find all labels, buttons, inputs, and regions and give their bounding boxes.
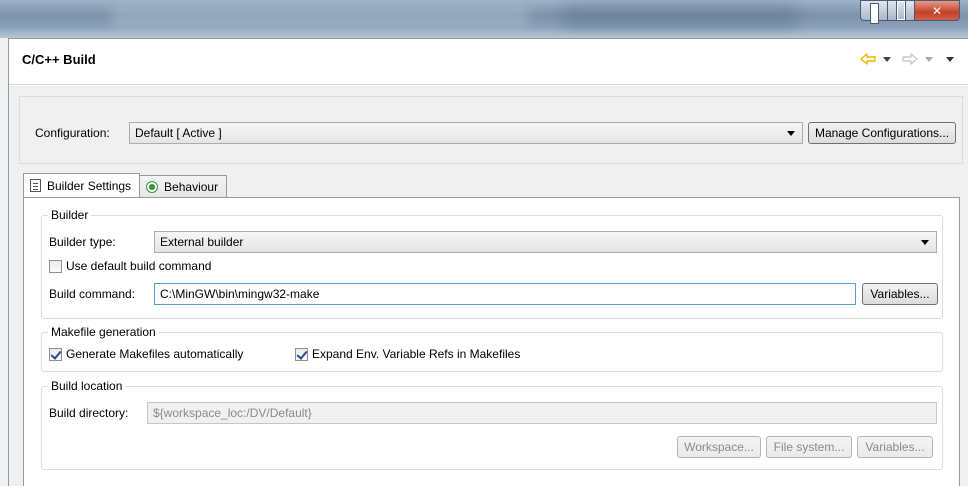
maximize-icon xyxy=(896,0,906,21)
configuration-label: Configuration: xyxy=(35,126,110,140)
view-menu-icon[interactable] xyxy=(946,56,954,62)
maximize-button[interactable] xyxy=(887,0,914,21)
builder-variables-button[interactable]: Variables... xyxy=(862,283,938,305)
build-command-value: C:\MinGW\bin\mingw32-make xyxy=(160,287,320,301)
builder-type-value: External builder xyxy=(160,235,244,249)
page-title: C/C++ Build xyxy=(22,52,96,67)
forward-dropdown-icon[interactable] xyxy=(925,56,933,62)
builder-settings-panel: Builder Builder type: External builder U… xyxy=(23,197,960,486)
build-location-group: Build location Build directory: ${worksp… xyxy=(41,379,943,470)
configuration-panel: Configuration: Default [ Active ] Manage… xyxy=(19,96,963,164)
file-system-button[interactable]: File system... xyxy=(766,436,852,458)
makefile-group-title: Makefile generation xyxy=(48,325,159,339)
history-navigation xyxy=(860,53,957,65)
back-dropdown-icon[interactable] xyxy=(883,56,891,62)
checkbox-box xyxy=(49,259,62,273)
back-arrow-icon[interactable] xyxy=(860,53,876,65)
tab-behaviour[interactable]: Behaviour xyxy=(140,175,228,197)
build-command-label: Build command: xyxy=(49,287,136,301)
expand-env-refs-label: Expand Env. Variable Refs in Makefiles xyxy=(312,347,521,361)
builder-group: Builder Builder type: External builder U… xyxy=(41,208,943,319)
chevron-down-icon xyxy=(921,240,929,245)
generate-makefiles-label: Generate Makefiles automatically xyxy=(66,347,244,361)
workspace-button[interactable]: Workspace... xyxy=(677,436,761,458)
builder-type-select[interactable]: External builder xyxy=(154,231,937,253)
window-titlebar: ✕ xyxy=(0,0,968,38)
titlebar-blur xyxy=(560,4,800,28)
chevron-down-icon xyxy=(787,131,795,136)
use-default-command-checkbox[interactable]: Use default build command xyxy=(49,259,211,273)
tab-label: Behaviour xyxy=(164,179,219,194)
list-icon xyxy=(30,179,41,192)
configuration-select[interactable]: Default [ Active ] xyxy=(129,122,803,144)
build-directory-label: Build directory: xyxy=(49,406,129,420)
configuration-select-value: Default [ Active ] xyxy=(135,126,222,140)
builder-type-label: Builder type: xyxy=(49,235,116,249)
forward-arrow-icon[interactable] xyxy=(902,53,918,65)
minimize-icon xyxy=(869,3,879,24)
properties-window: C/C++ Build Configuration: Default [ Act… xyxy=(8,38,968,486)
minimize-button[interactable] xyxy=(860,0,887,24)
makefile-generation-group: Makefile generation Generate Makefiles a… xyxy=(41,325,943,372)
manage-configurations-button[interactable]: Manage Configurations... xyxy=(808,122,956,144)
tab-builder-settings[interactable]: Builder Settings xyxy=(23,173,141,197)
location-variables-button[interactable]: Variables... xyxy=(857,436,933,458)
radio-icon xyxy=(146,180,159,193)
close-icon: ✕ xyxy=(931,3,943,18)
checkbox-box xyxy=(49,347,62,361)
build-location-group-title: Build location xyxy=(48,379,126,393)
tab-bar: Builder Settings Behaviour xyxy=(23,173,228,197)
build-directory-value: ${workspace_loc:/DV/Default} xyxy=(153,406,312,420)
close-button[interactable]: ✕ xyxy=(914,0,960,21)
page-header: C/C++ Build xyxy=(9,39,968,85)
titlebar-blur xyxy=(110,6,530,28)
generate-makefiles-checkbox[interactable]: Generate Makefiles automatically xyxy=(49,347,243,361)
build-directory-field[interactable]: ${workspace_loc:/DV/Default} xyxy=(147,402,937,424)
window-controls: ✕ xyxy=(860,0,960,24)
checkbox-box xyxy=(295,347,308,361)
builder-group-title: Builder xyxy=(48,208,92,222)
use-default-command-label: Use default build command xyxy=(66,259,212,273)
build-command-field[interactable]: C:\MinGW\bin\mingw32-make xyxy=(154,283,856,305)
page-body: Configuration: Default [ Active ] Manage… xyxy=(9,86,968,486)
tab-label: Builder Settings xyxy=(47,178,132,193)
expand-env-refs-checkbox[interactable]: Expand Env. Variable Refs in Makefiles xyxy=(295,347,520,361)
